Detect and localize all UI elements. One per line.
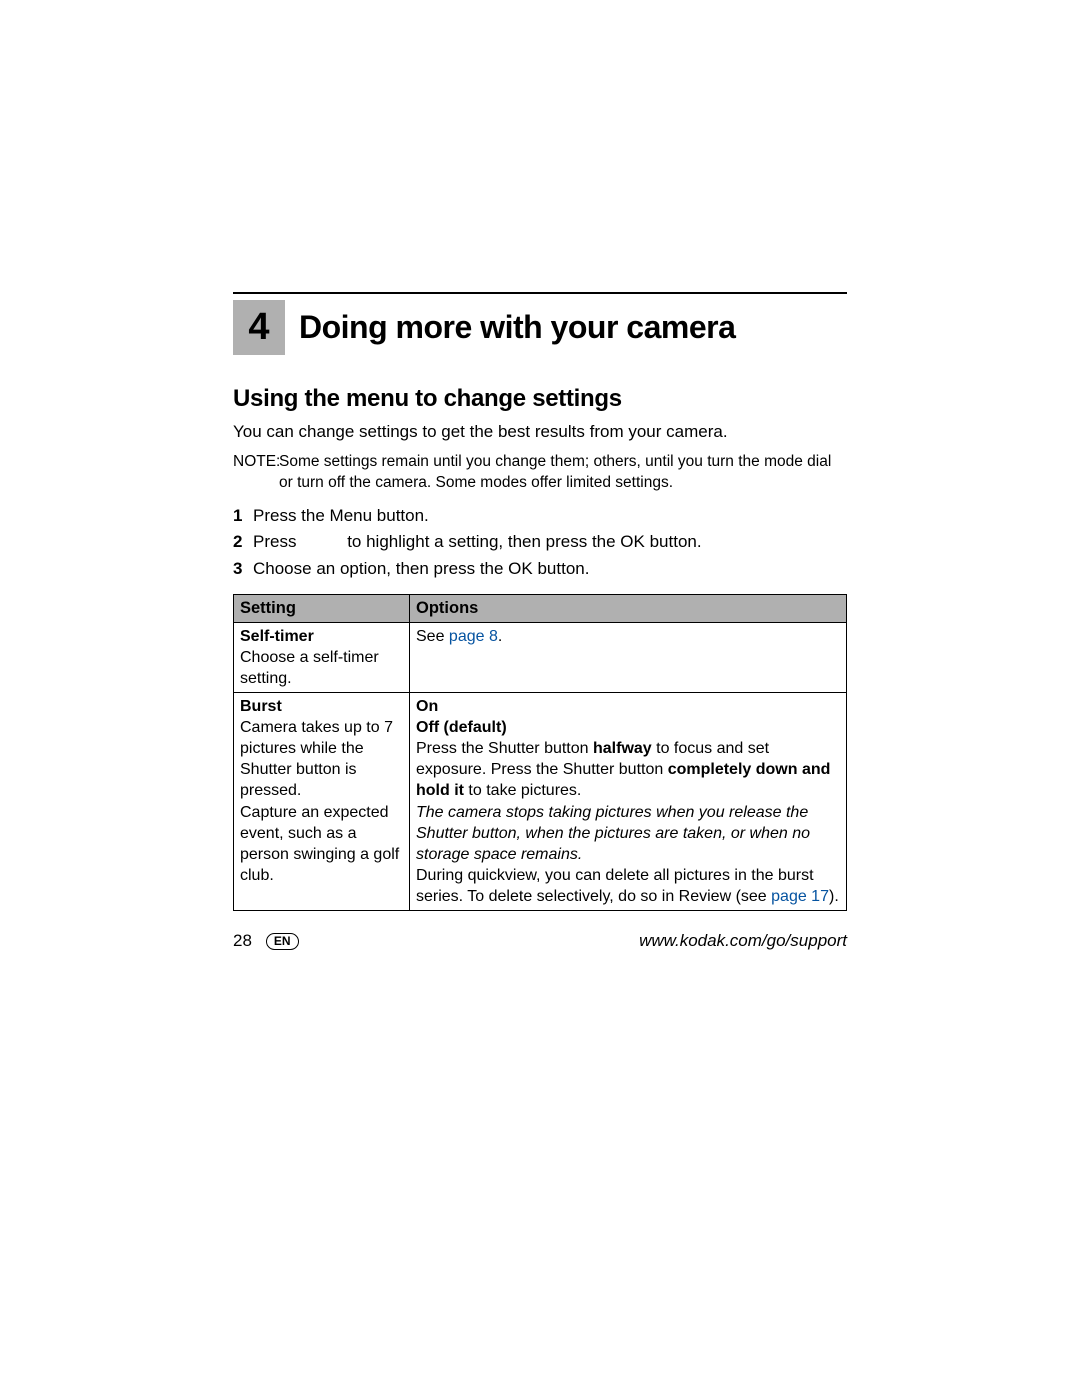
- option-off: Off (default): [416, 719, 507, 736]
- section-title: Using the menu to change settings: [233, 385, 847, 413]
- table-row: Self-timer Choose a self-timer setting. …: [234, 622, 847, 692]
- txt: During quickview, you can delete all pic…: [416, 867, 814, 905]
- language-badge: EN: [266, 933, 299, 950]
- col-header-options: Options: [410, 594, 847, 622]
- table-header-row: Setting Options: [234, 594, 847, 622]
- step-text: Press to highlight a setting, then press…: [253, 530, 847, 555]
- table-row: Burst Camera takes up to 7 pictures whil…: [234, 693, 847, 911]
- note-label: NOTE:: [233, 452, 279, 494]
- option-on: On: [416, 698, 438, 715]
- setting-name: Self-timer: [240, 628, 314, 645]
- option-text-pre: See: [416, 628, 449, 645]
- setting-desc: Camera takes up to 7 pictures while the …: [240, 719, 393, 799]
- col-header-setting: Setting: [234, 594, 410, 622]
- option-text-post: .: [498, 628, 502, 645]
- setting-name: Burst: [240, 698, 282, 715]
- step-number: 2: [233, 530, 253, 555]
- cell-setting: Self-timer Choose a self-timer setting.: [234, 622, 410, 692]
- txt-bold: halfway: [593, 740, 652, 757]
- chapter-header: 4 Doing more with your camera: [233, 300, 847, 355]
- page-number: 28: [233, 931, 252, 951]
- chapter-number: 4: [248, 306, 269, 349]
- chapter-number-box: 4: [233, 300, 285, 355]
- setting-desc: Choose a self-timer setting.: [240, 649, 379, 687]
- step-item: 3 Choose an option, then press the OK bu…: [233, 557, 847, 582]
- page-link[interactable]: page 17: [771, 888, 829, 905]
- step-item: 2 Press to highlight a setting, then pre…: [233, 530, 847, 555]
- cell-options: On Off (default) Press the Shutter butto…: [410, 693, 847, 911]
- step-list: 1 Press the Menu button. 2 Press to high…: [233, 504, 847, 582]
- page-link[interactable]: page 8: [449, 628, 498, 645]
- chapter-rule: [233, 292, 847, 294]
- step-pre-text: Press: [253, 532, 301, 551]
- cell-options: See page 8.: [410, 622, 847, 692]
- option-paragraph: During quickview, you can delete all pic…: [416, 867, 839, 905]
- txt: to take pictures.: [464, 782, 581, 799]
- step-post-text: to highlight a setting, then press the O…: [347, 532, 701, 551]
- step-text: Press the Menu button.: [253, 504, 847, 529]
- option-paragraph-italic: The camera stops taking pictures when yo…: [416, 804, 810, 863]
- setting-desc: Capture an expected event, such as a per…: [240, 804, 399, 884]
- page-footer: 28 EN www.kodak.com/go/support: [233, 931, 847, 951]
- step-item: 1 Press the Menu button.: [233, 504, 847, 529]
- cell-setting: Burst Camera takes up to 7 pictures whil…: [234, 693, 410, 911]
- chapter-title: Doing more with your camera: [299, 309, 735, 346]
- txt: Press the Shutter button: [416, 740, 593, 757]
- note-text: Some settings remain until you change th…: [279, 452, 847, 494]
- footer-url[interactable]: www.kodak.com/go/support: [639, 931, 847, 951]
- option-paragraph: Press the Shutter button halfway to focu…: [416, 740, 830, 799]
- step-number: 1: [233, 504, 253, 529]
- intro-paragraph: You can change settings to get the best …: [233, 421, 847, 444]
- manual-page: 4 Doing more with your camera Using the …: [233, 292, 847, 911]
- note-line: NOTE: Some settings remain until you cha…: [233, 452, 847, 494]
- step-text: Choose an option, then press the OK butt…: [253, 557, 847, 582]
- settings-table: Setting Options Self-timer Choose a self…: [233, 594, 847, 911]
- txt: ).: [829, 888, 839, 905]
- step-number: 3: [233, 557, 253, 582]
